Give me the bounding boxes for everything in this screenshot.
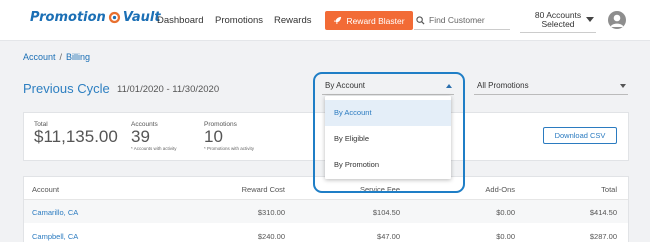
find-customer-search (414, 11, 510, 30)
breadcrumb-billing[interactable]: Billing (66, 52, 90, 62)
accounts-selected-line: Selected (541, 19, 575, 29)
nav-dashboard[interactable]: Dashboard (157, 15, 203, 26)
find-customer-input[interactable] (429, 15, 509, 25)
breadcrumb-separator: / (59, 52, 63, 62)
nav-promotions[interactable]: Promotions (215, 15, 263, 26)
user-avatar-icon[interactable] (608, 11, 626, 29)
promotion-vault-logo[interactable]: Promotion Vault (30, 10, 161, 25)
promotions-metric: Promotions 10 * Promotions with activity (204, 121, 254, 151)
table-row: Camarillo, CA $310.00 $104.50 $0.00 $414… (24, 200, 628, 223)
search-icon (416, 15, 425, 25)
breadcrumb-account[interactable]: Account (23, 52, 56, 62)
top-navbar: Promotion Vault Dashboard Promotions Rew… (0, 0, 650, 41)
service-fee-cell: $47.00 (377, 232, 400, 241)
table-row: Campbell, CA $240.00 $47.00 $0.00 $287.0… (24, 224, 628, 242)
add-ons-cell: $0.00 (496, 232, 515, 241)
vault-dial-icon (108, 11, 120, 24)
accounts-value: 39 (131, 127, 150, 146)
account-link[interactable]: Campbell, CA (32, 232, 78, 241)
total-cell: $287.00 (589, 232, 617, 241)
promotions-value: 10 (204, 127, 223, 146)
total-cell: $414.50 (589, 208, 617, 217)
promotions-filter-select[interactable]: All Promotions (474, 77, 628, 95)
accounts-metric: Accounts 39 * Accounts with activity (131, 121, 177, 151)
accounts-selector[interactable]: 80 Accounts Selected (520, 11, 596, 33)
reward-cost-cell: $310.00 (257, 208, 285, 217)
reward-blaster-button[interactable]: Reward Blaster (325, 11, 413, 30)
download-csv-button[interactable]: Download CSV (543, 127, 617, 144)
account-link[interactable]: Camarillo, CA (32, 208, 78, 217)
reward-blaster-label: Reward Blaster (346, 15, 405, 26)
logo-text-vault: Vault (122, 10, 161, 25)
service-fee-cell: $104.50 (372, 208, 400, 217)
add-ons-cell: $0.00 (496, 208, 515, 217)
total-value: $11,135.00 (34, 127, 118, 146)
col-header-reward-cost[interactable]: Reward Cost (242, 185, 285, 194)
page-title: Previous Cycle (23, 81, 110, 96)
accounts-note: * Accounts with activity (131, 146, 177, 151)
rocket-icon (334, 16, 342, 25)
col-header-total[interactable]: Total (601, 185, 617, 194)
caret-down-icon (586, 17, 594, 22)
date-range: 11/01/2020 - 11/30/2020 (117, 84, 220, 95)
logo-text-promotion: Promotion (30, 10, 106, 25)
nav-rewards[interactable]: Rewards (274, 15, 312, 26)
col-header-add-ons[interactable]: Add-Ons (485, 185, 515, 194)
breadcrumb: Account / Billing (23, 52, 90, 62)
reward-cost-cell: $240.00 (257, 232, 285, 241)
promotions-filter-value: All Promotions (477, 81, 529, 90)
promotions-note: * Promotions with activity (204, 146, 255, 151)
caret-down-icon (620, 84, 626, 88)
col-header-account[interactable]: Account (32, 185, 59, 194)
total-metric: Total $11,135.00 (34, 121, 118, 146)
highlight-frame (313, 72, 465, 193)
